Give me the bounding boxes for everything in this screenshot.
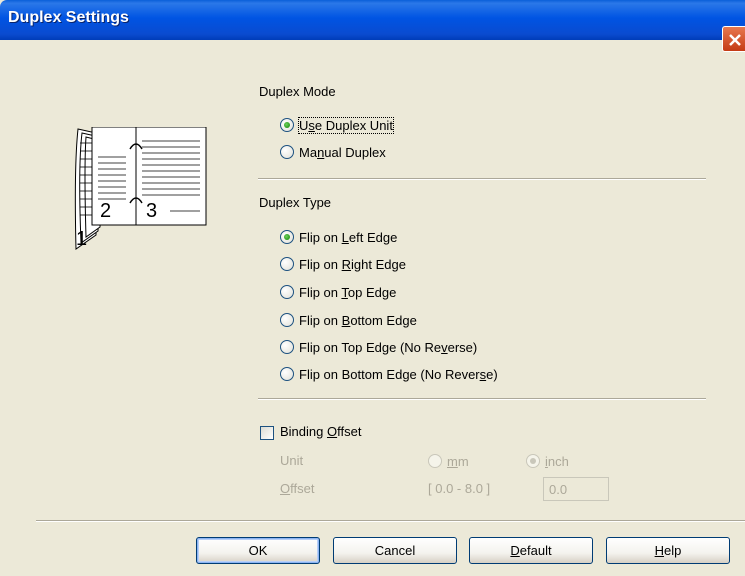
radio-manual-duplex[interactable]: Manual Duplex: [280, 143, 386, 161]
duplex-mode-label: Duplex Mode: [259, 84, 336, 99]
default-button[interactable]: Default: [469, 537, 593, 564]
unit-label: Unit: [280, 453, 304, 468]
radio-label: inch: [545, 453, 569, 469]
radio-indicator: [280, 118, 294, 132]
radio-label: Flip on Top Edge: [299, 284, 397, 300]
duplex-settings-dialog: Duplex Settings 2 3 1 Duplex Mode Use Du…: [0, 0, 745, 576]
radio-label: Flip on Top Edge (No Reverse): [299, 339, 478, 355]
radio-indicator: [280, 313, 294, 327]
radio-label: Flip on Bottom Edge (No Reverse): [299, 366, 498, 382]
radio-flip-left-edge[interactable]: Flip on Left Edge: [280, 228, 397, 246]
binding-offset-label[interactable]: Binding Offset: [280, 424, 361, 439]
booklet-illustration: 2 3 1: [74, 127, 207, 250]
separator: [36, 520, 745, 522]
ok-button[interactable]: OK: [196, 537, 320, 564]
radio-unit-inch[interactable]: inch: [526, 452, 569, 470]
radio-flip-bottom-edge[interactable]: Flip on Bottom Edge: [280, 311, 417, 329]
close-icon: [729, 34, 741, 46]
offset-range: [ 0.0 - 8.0 ]: [428, 481, 491, 496]
radio-label: Use Duplex Unit: [298, 116, 394, 134]
radio-indicator: [280, 340, 294, 354]
radio-indicator: [280, 145, 294, 159]
radio-label: Flip on Left Edge: [299, 229, 398, 245]
separator: [258, 398, 706, 400]
page-number-2: 2: [100, 200, 111, 222]
window-title: Duplex Settings: [8, 9, 129, 26]
radio-label: Flip on Right Edge: [299, 256, 406, 272]
radio-indicator: [526, 454, 540, 468]
close-button[interactable]: [722, 26, 745, 52]
radio-flip-top-edge[interactable]: Flip on Top Edge: [280, 283, 396, 301]
radio-indicator: [428, 454, 442, 468]
radio-indicator: [280, 285, 294, 299]
radio-use-duplex-unit[interactable]: Use Duplex Unit: [280, 116, 394, 134]
title-bar[interactable]: Duplex Settings: [0, 0, 745, 52]
radio-label: Flip on Bottom Edge: [299, 312, 417, 328]
offset-label: Offset: [280, 481, 315, 496]
help-button[interactable]: Help: [606, 537, 730, 564]
page-number-1: 1: [76, 228, 87, 250]
duplex-type-label: Duplex Type: [259, 195, 332, 210]
cancel-button[interactable]: Cancel: [333, 537, 457, 564]
offset-input[interactable]: 0.0: [543, 477, 609, 501]
radio-unit-mm[interactable]: mm: [428, 452, 469, 470]
radio-flip-top-edge-no-reverse[interactable]: Flip on Top Edge (No Reverse): [280, 338, 477, 356]
binding-offset-checkbox[interactable]: [260, 426, 274, 440]
radio-indicator: [280, 230, 294, 244]
radio-label: mm: [447, 453, 469, 469]
radio-flip-bottom-edge-no-reverse[interactable]: Flip on Bottom Edge (No Reverse): [280, 365, 498, 383]
page-number-3: 3: [146, 200, 157, 222]
radio-indicator: [280, 257, 294, 271]
radio-label: Manual Duplex: [299, 144, 386, 160]
radio-indicator: [280, 367, 294, 381]
separator: [258, 178, 706, 180]
radio-flip-right-edge[interactable]: Flip on Right Edge: [280, 255, 406, 273]
